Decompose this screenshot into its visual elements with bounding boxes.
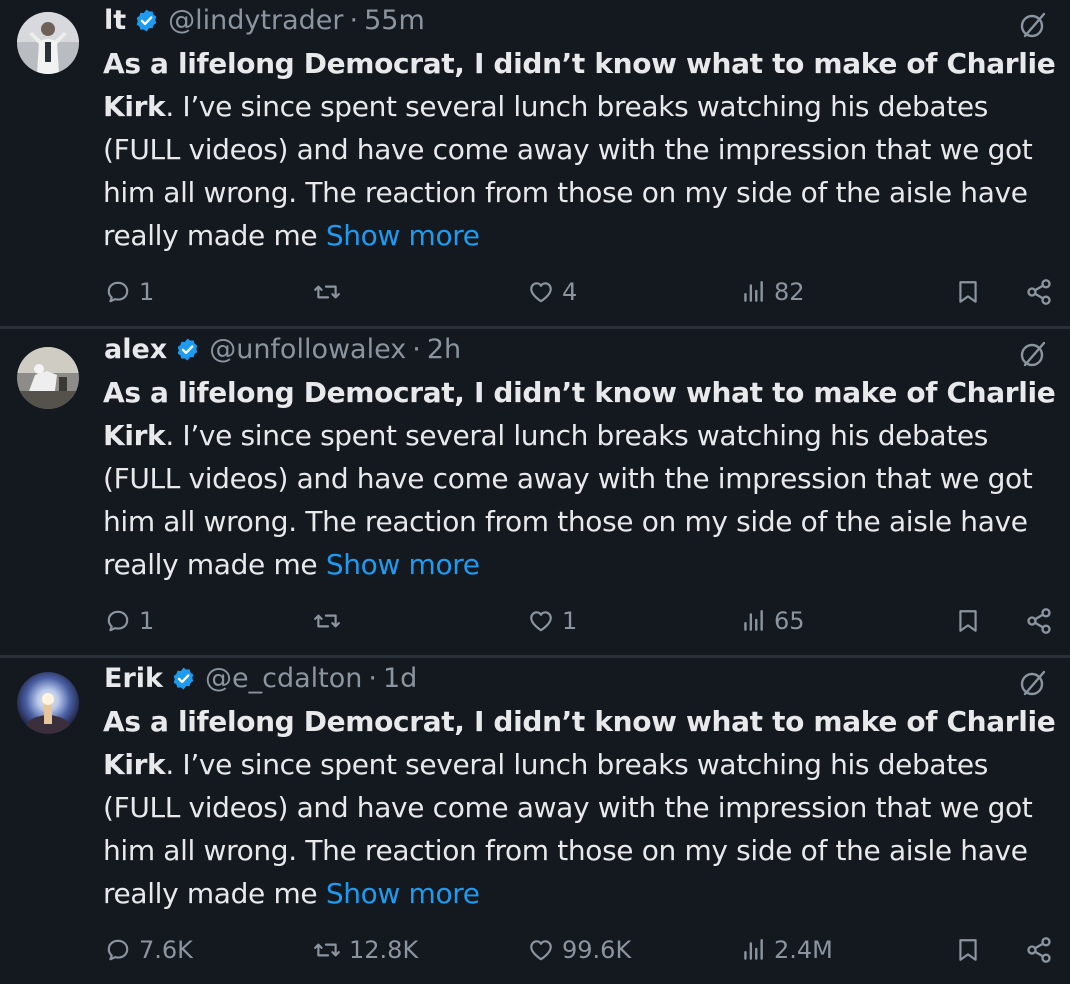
reply-icon xyxy=(107,610,129,632)
retweet-icon xyxy=(314,614,340,628)
views-button[interactable]: 2.4M xyxy=(740,932,833,968)
share-button[interactable] xyxy=(1025,932,1061,968)
like-count: 1 xyxy=(562,607,578,635)
view-count: 2.4M xyxy=(774,936,833,964)
views-icon xyxy=(744,939,763,960)
share-button[interactable] xyxy=(1025,274,1061,310)
views-icon xyxy=(744,281,763,302)
tweet-actions: 1 1 65 xyxy=(0,603,1070,639)
reply-button[interactable]: 1 xyxy=(105,274,154,310)
tweet-text: As a lifelong Democrat, I didn’t know wh… xyxy=(103,700,1063,915)
tweet[interactable]: alex @unfollowalex · 2h As a lifelong De… xyxy=(0,329,1070,655)
user-handle[interactable]: @unfollowalex xyxy=(209,334,406,365)
tweet-actions: 1 4 82 xyxy=(0,274,1070,310)
grok-icon[interactable] xyxy=(1018,668,1048,698)
like-button[interactable]: 4 xyxy=(528,274,577,310)
reply-count: 1 xyxy=(139,278,155,306)
timestamp[interactable]: 1d xyxy=(383,663,417,694)
avatar[interactable] xyxy=(17,672,79,734)
tweet-actions: 7.6K 12.8K 99.6K 2.4M xyxy=(0,932,1070,968)
like-count: 4 xyxy=(562,278,578,306)
share-icon xyxy=(1027,937,1051,963)
reply-icon xyxy=(107,939,129,961)
avatar[interactable] xyxy=(17,12,79,74)
separator: · xyxy=(349,4,359,36)
like-button[interactable]: 1 xyxy=(528,603,577,639)
retweet-button[interactable] xyxy=(313,603,349,639)
heart-icon xyxy=(530,611,552,632)
retweet-icon xyxy=(314,943,340,957)
separator: · xyxy=(412,333,421,365)
like-button[interactable]: 99.6K xyxy=(528,932,631,968)
reply-button[interactable]: 7.6K xyxy=(105,932,193,968)
tweet[interactable]: Erik @e_cdalton · 1d As a lifelong Democ… xyxy=(0,658,1070,984)
timestamp[interactable]: 55m xyxy=(364,5,425,36)
bookmark-button[interactable] xyxy=(955,603,989,639)
tweet-text: As a lifelong Democrat, I didn’t know wh… xyxy=(103,42,1063,257)
show-more-link[interactable]: Show more xyxy=(326,877,480,910)
show-more-link[interactable]: Show more xyxy=(326,219,480,252)
separator: · xyxy=(368,662,377,694)
retweet-icon xyxy=(314,285,340,299)
views-icon xyxy=(744,610,763,631)
display-name[interactable]: Erik xyxy=(104,663,163,694)
display-name[interactable]: alex xyxy=(104,334,167,365)
tweet-text: As a lifelong Democrat, I didn’t know wh… xyxy=(103,371,1063,586)
tweet-text-rest: . I’ve since spent several lunch breaks … xyxy=(103,419,1033,581)
reply-icon xyxy=(107,281,129,303)
view-count: 82 xyxy=(774,278,805,306)
retweet-count: 12.8K xyxy=(349,936,419,964)
tweet-text-rest: . I’ve since spent several lunch breaks … xyxy=(103,748,1033,910)
retweet-button[interactable]: 12.8K xyxy=(313,932,418,968)
timestamp[interactable]: 2h xyxy=(427,334,461,365)
verified-badge-icon xyxy=(171,666,196,691)
share-button[interactable] xyxy=(1025,603,1061,639)
reply-count: 7.6K xyxy=(139,936,193,964)
views-button[interactable]: 65 xyxy=(740,603,805,639)
tweet-text-rest: . I’ve since spent several lunch breaks … xyxy=(103,90,1033,252)
show-more-link[interactable]: Show more xyxy=(326,548,480,581)
share-icon xyxy=(1027,279,1051,305)
heart-icon xyxy=(530,282,552,303)
share-icon xyxy=(1027,608,1051,634)
verified-badge-icon xyxy=(175,337,200,362)
bookmark-button[interactable] xyxy=(955,274,989,310)
reply-count: 1 xyxy=(139,607,155,635)
bookmark-icon xyxy=(959,610,977,632)
retweet-button[interactable] xyxy=(313,274,349,310)
grok-icon[interactable] xyxy=(1018,339,1048,369)
bookmark-icon xyxy=(959,281,977,303)
user-handle[interactable]: @e_cdalton xyxy=(205,663,362,694)
user-handle[interactable]: @lindytrader xyxy=(168,5,343,36)
grok-icon[interactable] xyxy=(1018,10,1048,40)
verified-badge-icon xyxy=(134,8,159,33)
reply-button[interactable]: 1 xyxy=(105,603,154,639)
tweet[interactable]: lt @lindytrader · 55m As a lifelong Demo… xyxy=(0,0,1070,326)
bookmark-icon xyxy=(959,939,977,961)
view-count: 65 xyxy=(774,607,805,635)
views-button[interactable]: 82 xyxy=(740,274,805,310)
display-name[interactable]: lt xyxy=(104,5,126,36)
bookmark-button[interactable] xyxy=(955,932,989,968)
avatar[interactable] xyxy=(17,347,79,409)
like-count: 99.6K xyxy=(562,936,632,964)
heart-icon xyxy=(530,940,552,961)
